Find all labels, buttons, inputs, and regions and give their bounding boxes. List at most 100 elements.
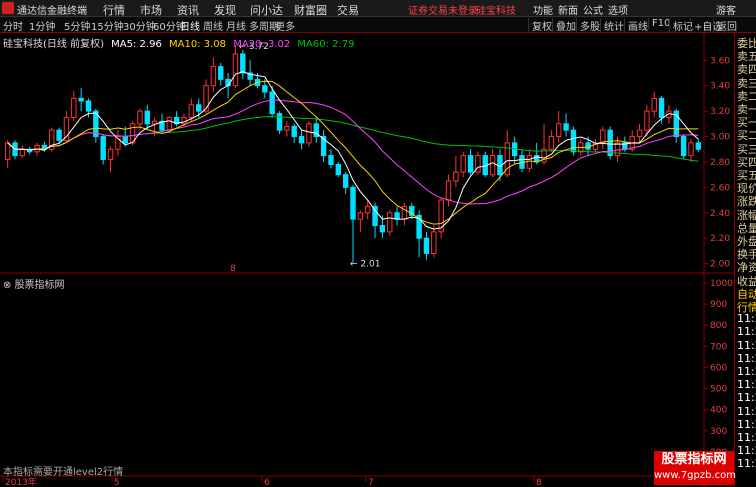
stock-title: 硅宝科技(日线 前复权)	[3, 39, 104, 50]
indicator-panel-title[interactable]: ⊗ 股票指标网	[3, 276, 65, 291]
candle-down	[394, 212, 400, 220]
ma-info-line: 硅宝科技(日线 前复权) MA5: 2.96 MA10: 3.08 MA20: …	[3, 35, 358, 50]
side-panel-label: 11:2	[737, 457, 756, 471]
candle-down	[658, 97, 665, 118]
ma5-value: MA5: 2.96	[111, 39, 162, 50]
candle-up	[4, 142, 11, 160]
candle-down	[100, 136, 106, 160]
side-panel-label: 11:2	[737, 417, 756, 431]
login-alert[interactable]: 证券交易未登录	[408, 2, 478, 17]
candle-up	[445, 180, 452, 201]
toolbar-draw-button[interactable]: 画线	[624, 18, 648, 33]
candle-down	[240, 53, 246, 74]
menu-options[interactable]: 选项	[608, 2, 628, 17]
toolbar-stats-button[interactable]: 统计	[600, 18, 624, 33]
candle-down	[218, 66, 224, 80]
sub-y-tick-label: 500	[710, 385, 727, 395]
candle-up	[203, 85, 209, 112]
toolbar-adjust-button[interactable]: 复权	[528, 18, 552, 33]
quote-side-panel: 委比 卖五 卖四 卖三 卖二 卖一 买一 买二 买三 买四 买五 现价 涨跌 涨幅 总量 外盘 换手 净资 收益 自动…	[734, 33, 756, 487]
candle-up	[438, 199, 444, 233]
candle-down	[78, 97, 84, 102]
side-panel-label: 11:2	[737, 404, 756, 418]
candle-up	[306, 123, 312, 144]
y-tick-label: 2.80	[710, 158, 730, 168]
toolbar-overlay-button[interactable]: 叠加	[552, 18, 576, 33]
period-tab-intraday[interactable]: 分时	[3, 18, 23, 33]
candle-up	[460, 155, 466, 173]
candle-up	[232, 53, 239, 87]
candle-up	[644, 110, 650, 131]
candle-up	[166, 116, 173, 131]
sub-y-tick-label: 1000	[710, 279, 733, 289]
watermark-title: 股票指标网	[661, 452, 727, 467]
y-tick-label: 2.40	[710, 209, 730, 219]
toolbar-f10-button[interactable]: F10	[648, 18, 670, 29]
candle-down	[122, 136, 128, 144]
sub-y-tick-label: 300	[710, 427, 727, 437]
candle-up	[556, 123, 562, 138]
menu-new-page[interactable]: 新面	[558, 2, 578, 17]
menu-market[interactable]: 市场	[140, 2, 162, 18]
menu-function[interactable]: 功能	[533, 2, 553, 17]
candle-up	[614, 142, 621, 157]
period-tab-30min[interactable]: 30分钟	[123, 18, 156, 33]
sub-y-tick-label: 600	[710, 363, 727, 373]
candle-down	[467, 155, 474, 173]
candle-up	[600, 129, 606, 144]
side-panel-label: 11:2	[737, 391, 756, 405]
candle-down	[276, 113, 283, 131]
sub-y-tick-label: 800	[710, 321, 727, 331]
menu-news[interactable]: 资讯	[177, 2, 199, 18]
candle-up	[137, 110, 143, 125]
period-tab-5min[interactable]: 5分钟	[64, 18, 90, 33]
candle-down	[680, 136, 687, 157]
x-tick-label: 6	[264, 478, 270, 487]
candle-down	[379, 225, 386, 233]
candle-up	[364, 205, 371, 214]
y-tick-label: 3.60	[710, 56, 730, 66]
x-tick-label: 7	[368, 478, 374, 487]
indicator-note: 本指标需要开通level2行情	[3, 467, 124, 478]
ma20-value: MA20: 3.02	[233, 39, 291, 50]
menu-quotes[interactable]: 行情	[103, 2, 125, 18]
x-tick-label: 8	[536, 478, 542, 487]
user-label[interactable]: 游客	[716, 2, 736, 17]
sub-y-tick-label: 900	[710, 300, 727, 310]
side-panel-label: 11:2	[737, 365, 756, 378]
candle-down	[563, 123, 569, 131]
menu-trade[interactable]: 交易	[337, 2, 359, 18]
side-panel-label: 11:2	[737, 444, 756, 458]
side-panel-label: 11:2	[737, 312, 756, 326]
menu-formula[interactable]: 公式	[583, 2, 603, 17]
candle-down	[298, 136, 305, 144]
period-tab-more[interactable]: 更多	[275, 18, 295, 33]
candle-down	[56, 129, 62, 141]
menu-bar: 通达信金融终端 行情 市场 资讯 发现 问小达 财富圈 交易 证券交易未登录 硅…	[0, 0, 756, 17]
sub-y-tick-label: 700	[710, 342, 727, 352]
menu-discover[interactable]: 发现	[214, 2, 236, 18]
menu-ask[interactable]: 问小达	[250, 2, 283, 18]
period-tab-weekly[interactable]: 周线	[203, 18, 223, 33]
toolbar-back-button[interactable]: 返回	[713, 18, 737, 33]
side-panel-label: 11:2	[737, 431, 756, 444]
period-tab-monthly[interactable]: 月线	[226, 18, 246, 33]
candle-up	[431, 231, 437, 254]
candle-down	[335, 163, 342, 176]
candle-up	[526, 155, 533, 169]
candle-down	[695, 142, 702, 150]
candle-down	[342, 174, 349, 188]
candle-up	[151, 120, 158, 125]
menu-wealth[interactable]: 财富圈	[294, 2, 327, 18]
period-tab-15min[interactable]: 15分钟	[91, 18, 124, 33]
kline-chart[interactable]: 3.60 3.40 3.20 3.00 2.80 2.60 2.40 2.20 2.00 1000…	[0, 33, 734, 487]
period-tab-daily[interactable]: 日线	[180, 18, 200, 33]
period-tab-1min[interactable]: 1分钟	[29, 18, 55, 33]
month-marker: 8	[230, 264, 236, 274]
side-panel-label: 11:2	[737, 338, 756, 352]
candle-up	[71, 97, 77, 118]
toolbar-multi-stock-button[interactable]: 多股	[576, 18, 600, 33]
side-panel-label: 11:2	[737, 378, 756, 392]
candle-up	[188, 104, 195, 118]
candle-up	[107, 148, 114, 160]
